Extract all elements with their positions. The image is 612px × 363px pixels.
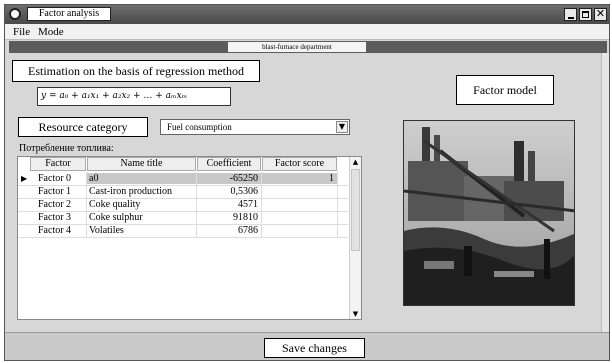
estimation-method-label: Estimation on the basis of regression me… <box>12 60 260 82</box>
column-header-name-title[interactable]: Name title <box>87 157 196 171</box>
department-label: blast-furnace department <box>228 42 366 52</box>
resource-category-select[interactable]: Fuel consumption ▼ <box>160 119 350 135</box>
menu-bar: File Mode <box>5 24 609 40</box>
window-title: Factor analysis <box>27 7 111 21</box>
window-vertical-scrollbar[interactable] <box>601 53 609 332</box>
fuel-consumption-caption: Потребление топлива: <box>19 143 114 154</box>
table-cell-factor[interactable]: Factor 2 <box>38 199 86 210</box>
minimize-button[interactable] <box>564 8 577 21</box>
factor-model-button[interactable]: Factor model <box>456 75 554 105</box>
maximize-button[interactable] <box>579 8 592 21</box>
resource-category-label: Resource category <box>18 117 148 137</box>
table-cell-factor[interactable]: Factor 3 <box>38 212 86 223</box>
table-cell-factor-score[interactable] <box>262 212 337 223</box>
scroll-up-icon[interactable]: ▲ <box>350 157 361 167</box>
scrollbar-thumb[interactable] <box>351 169 360 251</box>
factor-table[interactable]: Factor Name title Coefficient Factor sco… <box>17 156 362 320</box>
resource-category-value: Fuel consumption <box>167 122 232 132</box>
row-divider <box>18 211 348 212</box>
column-divider <box>196 171 197 237</box>
table-cell-coefficient[interactable]: 6786 <box>197 225 261 236</box>
title-bar[interactable]: Factor analysis ✕ <box>5 5 609 24</box>
table-cell-coefficient[interactable]: 4571 <box>197 199 261 210</box>
department-bar: blast-furnace department <box>9 41 607 53</box>
table-cell-factor-score[interactable] <box>262 199 337 210</box>
table-cell-name[interactable]: Coke sulphur <box>87 212 196 223</box>
table-cell-factor[interactable]: Factor 4 <box>38 225 86 236</box>
column-divider <box>86 171 87 237</box>
table-cell-factor-score[interactable] <box>262 186 337 197</box>
table-cell-coefficient[interactable]: -65250 <box>197 173 261 184</box>
column-divider <box>337 171 338 237</box>
blast-furnace-photo <box>403 120 575 306</box>
chevron-down-icon[interactable]: ▼ <box>336 121 348 133</box>
row-divider <box>18 198 348 199</box>
table-cell-factor[interactable]: Factor 0 <box>38 173 86 184</box>
close-icon: ✕ <box>595 7 606 20</box>
table-cell-name[interactable]: Volatiles <box>87 225 196 236</box>
row-divider <box>18 224 348 225</box>
row-divider <box>18 237 348 238</box>
table-cell-name[interactable]: Cast-iron production <box>87 186 196 197</box>
minimize-icon <box>568 17 574 19</box>
row-pointer-icon: ▶ <box>21 174 28 183</box>
scroll-down-icon[interactable]: ▼ <box>350 309 361 319</box>
table-cell-factor-score[interactable]: 1 <box>262 173 337 184</box>
column-divider <box>261 171 262 237</box>
table-cell-factor-score[interactable] <box>262 225 337 236</box>
close-button[interactable]: ✕ <box>594 8 607 21</box>
column-header-factor-score[interactable]: Factor score <box>262 157 337 171</box>
save-changes-button[interactable]: Save changes <box>264 338 365 358</box>
table-cell-name[interactable]: a0 <box>87 173 196 184</box>
column-header-factor[interactable]: Factor <box>30 157 86 171</box>
table-cell-coefficient[interactable]: 0,5306 <box>197 186 261 197</box>
maximize-icon <box>582 11 589 18</box>
row-divider <box>18 185 348 186</box>
table-vertical-scrollbar[interactable]: ▲ ▼ <box>349 157 361 319</box>
menu-mode[interactable]: Mode <box>38 25 64 39</box>
table-cell-factor[interactable]: Factor 1 <box>38 186 86 197</box>
table-cell-coefficient[interactable]: 91810 <box>197 212 261 223</box>
factor-analysis-window: Factor analysis ✕ File Mode blast-furnac… <box>4 4 610 361</box>
table-cell-name[interactable]: Coke quality <box>87 199 196 210</box>
column-header-coefficient[interactable]: Coefficient <box>197 157 261 171</box>
app-icon[interactable] <box>9 8 21 20</box>
menu-file[interactable]: File <box>13 25 30 39</box>
regression-formula: y = a₀ + a₁x₁ + a₂x₂ + … + aₘxₘ <box>37 87 231 106</box>
